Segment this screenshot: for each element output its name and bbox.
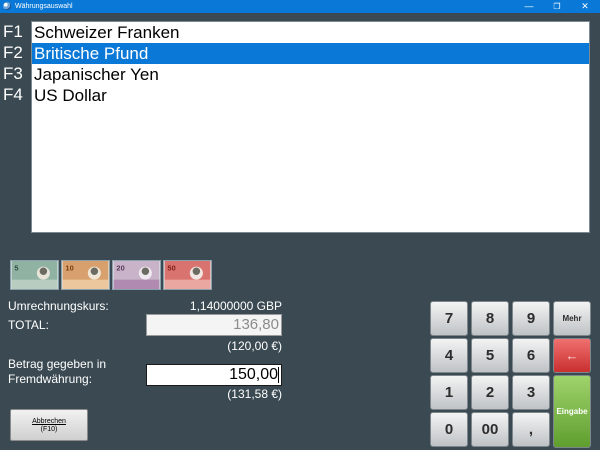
fkey-label-f2: F2 (3, 43, 23, 62)
currency-list[interactable]: Schweizer Franken Britische Pfund Japani… (31, 21, 590, 233)
close-button[interactable]: ✕ (571, 0, 599, 13)
currency-item-jpy[interactable]: Japanischer Yen (32, 64, 589, 85)
total-base-currency: (120,00 €) (227, 339, 282, 353)
exchange-rate-label: Umrechnungskurs: (8, 299, 109, 313)
keypad-7-button[interactable]: 7 (430, 301, 468, 336)
keypad-8-button[interactable]: 8 (471, 301, 509, 336)
fkey-label-f1: F1 (3, 22, 23, 41)
amount-given-label-line1: Betrag gegeben in (8, 357, 107, 371)
fkey-label-f4: F4 (3, 85, 23, 104)
amount-given-label-line2: Fremdwährung: (8, 372, 93, 386)
cancel-button-label: Abbrechen (32, 418, 66, 425)
gbp-50-banknote-icon: 50 (164, 261, 211, 289)
keypad-00-button[interactable]: 00 (471, 412, 509, 447)
currency-item-gbp[interactable]: Britische Pfund (32, 43, 589, 64)
svg-text:5: 5 (14, 263, 18, 272)
window-title: Währungsauswahl (15, 3, 73, 10)
total-value: 136,80 (233, 316, 279, 333)
svg-text:10: 10 (65, 263, 73, 272)
total-field: 136,80 (146, 314, 282, 336)
keypad-4-button[interactable]: 4 (430, 338, 468, 373)
more-button[interactable]: Mehr (553, 301, 591, 336)
currency-item-chf[interactable]: Schweizer Franken (32, 22, 589, 43)
gbp-50-banknote-button[interactable]: 50 (163, 260, 212, 290)
exchange-rate-value: 1,14000000 GBP (189, 299, 282, 313)
minimize-button[interactable]: — (515, 0, 543, 13)
gbp-5-banknote-button[interactable]: 5 (10, 260, 59, 290)
amount-given-base-currency: (131,58 €) (227, 387, 282, 401)
gbp-20-banknote-button[interactable]: 20 (112, 260, 161, 290)
keypad-5-button[interactable]: 5 (471, 338, 509, 373)
keypad-1-button[interactable]: 1 (430, 375, 468, 410)
fkey-label-f3: F3 (3, 64, 23, 83)
keypad-0-button[interactable]: 0 (430, 412, 468, 447)
keypad-3-button[interactable]: 3 (512, 375, 550, 410)
keypad-6-button[interactable]: 6 (512, 338, 550, 373)
title-bar: Währungsauswahl — ❐ ✕ (0, 0, 600, 13)
amount-given-input[interactable]: 150,00 (146, 364, 282, 386)
app-icon (3, 2, 11, 10)
keypad-2-button[interactable]: 2 (471, 375, 509, 410)
backspace-button[interactable]: ← (553, 338, 591, 373)
keypad-9-button[interactable]: 9 (512, 301, 550, 336)
total-label: TOTAL: (8, 318, 49, 332)
enter-button[interactable]: Eingabe (553, 375, 591, 448)
gbp-5-banknote-icon: 5 (11, 261, 58, 289)
svg-text:20: 20 (116, 263, 124, 272)
cancel-button-shortcut: (F10) (40, 426, 58, 433)
svg-text:50: 50 (167, 263, 175, 272)
keypad-comma-button[interactable]: , (512, 412, 550, 447)
text-cursor (278, 366, 279, 383)
cancel-button[interactable]: Abbrechen (F10) (10, 409, 88, 441)
currency-item-usd[interactable]: US Dollar (32, 85, 589, 106)
gbp-20-banknote-icon: 20 (113, 261, 160, 289)
maximize-button[interactable]: ❐ (543, 0, 571, 13)
gbp-10-banknote-button[interactable]: 10 (61, 260, 110, 290)
amount-given-value: 150,00 (229, 366, 278, 383)
gbp-10-banknote-icon: 10 (62, 261, 109, 289)
